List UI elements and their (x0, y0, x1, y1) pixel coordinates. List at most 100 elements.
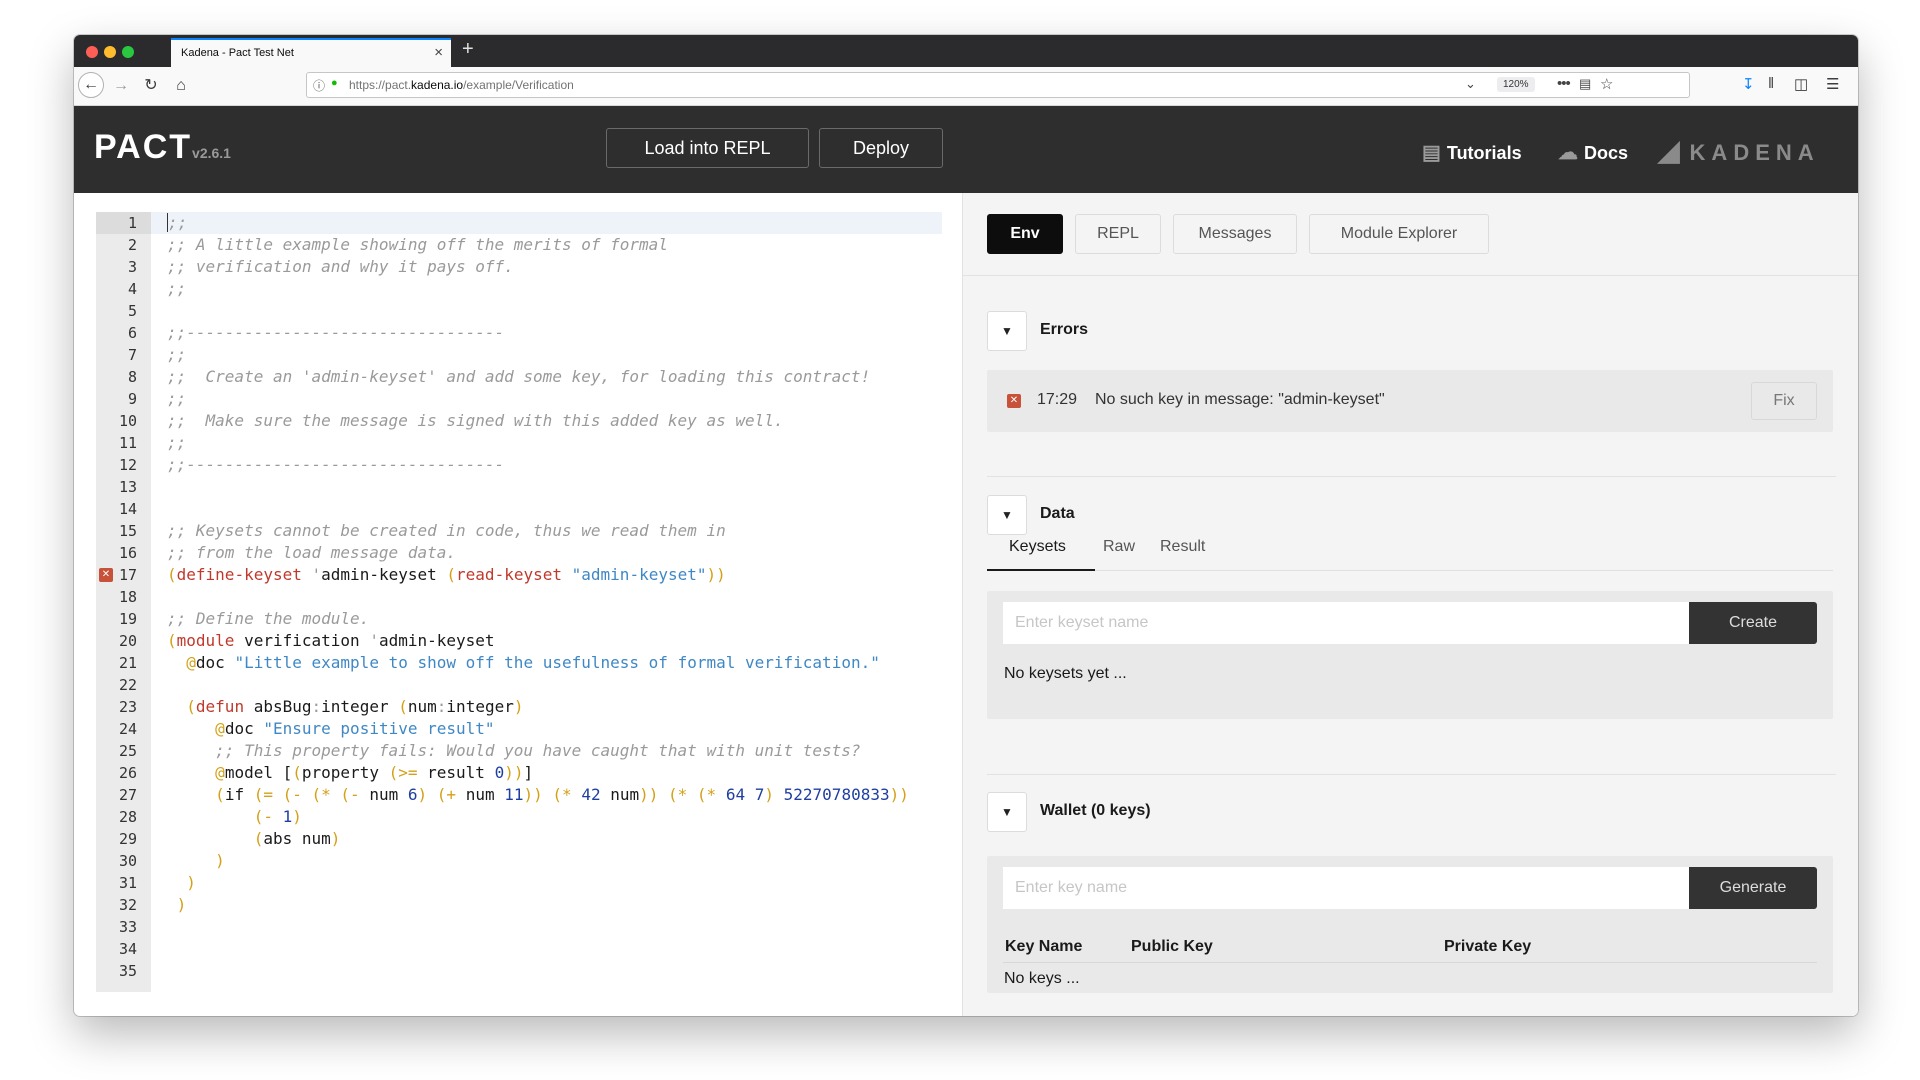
tutorials-link[interactable]: ▤ Tutorials (1422, 140, 1522, 165)
keysets-box: Create No keysets yet ... (987, 591, 1833, 719)
star-icon[interactable]: ☆ (1600, 75, 1613, 93)
code-line-2[interactable]: ;; A little example showing off the meri… (151, 234, 942, 256)
code-line-31[interactable]: ) (151, 872, 942, 894)
tab-messages[interactable]: Messages (1173, 214, 1297, 254)
close-tab-icon[interactable]: × (434, 44, 443, 61)
pact-logo: PACTv2.6.1 (94, 128, 231, 166)
code-line-4[interactable]: ;; (151, 278, 942, 300)
line-number: 4 (127, 280, 137, 298)
generate-button[interactable]: Generate (1689, 867, 1817, 909)
code-line-32[interactable]: ) (151, 894, 942, 916)
code-line-24[interactable]: @doc "Ensure positive result" (151, 718, 942, 740)
code-line-25[interactable]: ;; This property fails: Would you have c… (151, 740, 942, 762)
maximize-window-button[interactable] (122, 46, 134, 58)
more-icon[interactable]: ••• (1557, 75, 1571, 92)
keysets-empty-text: No keysets yet ... (1004, 665, 1127, 682)
line-number: 8 (127, 368, 137, 386)
code-line-30[interactable]: ) (151, 850, 942, 872)
code-line-11[interactable]: ;; (151, 432, 942, 454)
reload-icon[interactable]: ↻ (138, 73, 164, 99)
error-row: ✕ 17:29 No such key in message: "admin-k… (987, 370, 1833, 432)
code-line-10[interactable]: ;; Make sure the message is signed with … (151, 410, 942, 432)
code-line-9[interactable]: ;; (151, 388, 942, 410)
forward-arrow-icon[interactable]: → (108, 73, 134, 99)
download-icon[interactable]: ↧ (1742, 75, 1755, 93)
load-into-repl-button[interactable]: Load into REPL (606, 128, 809, 168)
close-window-button[interactable] (86, 46, 98, 58)
code-line-21[interactable]: @doc "Little example to show off the use… (151, 652, 942, 674)
code-line-17[interactable]: (define-keyset 'admin-keyset (read-keyse… (151, 564, 942, 586)
zoom-badge[interactable]: 120% (1497, 77, 1535, 92)
code-line-3[interactable]: ;; verification and why it pays off. (151, 256, 942, 278)
tab-module-explorer[interactable]: Module Explorer (1309, 214, 1489, 254)
errors-divider (987, 476, 1836, 477)
code-line-12[interactable]: ;;--------------------------------- (151, 454, 942, 476)
tab-repl[interactable]: REPL (1075, 214, 1161, 254)
code-line-8[interactable]: ;; Create an 'admin-keyset' and add some… (151, 366, 942, 388)
line-number: 34 (118, 940, 137, 958)
line-number: 12 (118, 456, 137, 474)
deploy-button[interactable]: Deploy (819, 128, 943, 168)
info-icon[interactable]: ⓘ (313, 77, 325, 94)
code-line-6[interactable]: ;;--------------------------------- (151, 322, 942, 344)
fix-button[interactable]: Fix (1751, 382, 1817, 420)
error-marker-icon[interactable]: ✕ (99, 568, 113, 582)
lock-icon[interactable]: ● (331, 77, 338, 89)
code-line-28[interactable]: (- 1) (151, 806, 942, 828)
errors-toggle[interactable]: ▼ (987, 311, 1027, 351)
wallet-toggle[interactable]: ▼ (987, 792, 1027, 832)
line-number: 7 (127, 346, 137, 364)
line-number: 23 (118, 698, 137, 716)
errors-title: Errors (1040, 321, 1089, 338)
browser-tab[interactable]: Kadena - Pact Test Net × (171, 38, 451, 67)
code-line-26[interactable]: @model [(property (>= result 0))] (151, 762, 942, 784)
tab-env[interactable]: Env (987, 214, 1063, 254)
line-number: 17 ✕ (96, 564, 137, 586)
docs-link[interactable]: ☁ Docs (1558, 140, 1628, 165)
minimize-window-button[interactable] (104, 46, 116, 58)
code-area[interactable]: ;; ;; A little example showing off the m… (151, 212, 942, 992)
back-arrow-icon[interactable]: ← (78, 72, 104, 98)
keys-empty-text: No keys ... (1004, 970, 1080, 987)
library-icon[interactable]: ‖ (1768, 75, 1774, 92)
kadena-logo: ◢ KADENA (1658, 135, 1820, 166)
url-text[interactable]: https://pact.kadena.io/example/Verificat… (349, 78, 574, 92)
code-line-1[interactable]: ;; (151, 212, 942, 234)
code-line-23[interactable]: (defun absBug:integer (num:integer) (151, 696, 942, 718)
key-name-input[interactable] (1003, 867, 1689, 909)
data-toggle[interactable]: ▼ (987, 495, 1027, 535)
new-tab-button[interactable]: + (462, 38, 474, 61)
tabs-divider (963, 275, 1858, 276)
line-number: 18 (118, 588, 137, 606)
create-button[interactable]: Create (1689, 602, 1817, 644)
code-line-27[interactable]: (if (= (- (* (- num 6) (+ num 11)) (* 42… (151, 784, 942, 806)
code-line-16[interactable]: ;; from the load message data. (151, 542, 942, 564)
sidebar-icon[interactable]: ◫ (1794, 75, 1808, 93)
browser-tab-title: Kadena - Pact Test Net (181, 47, 294, 59)
browser-tabbar: Kadena - Pact Test Net × + (74, 35, 1858, 67)
line-number: 31 (118, 874, 137, 892)
browser-window: Kadena - Pact Test Net × + ← → ↻ ⌂ ⓘ ● h… (74, 35, 1858, 1016)
wallet-title: Wallet (0 keys) (1040, 802, 1151, 819)
line-number: 32 (118, 896, 137, 914)
error-message: No such key in message: "admin-keyset" (1095, 391, 1385, 408)
code-line-7[interactable]: ;; (151, 344, 942, 366)
url-bar[interactable]: ⓘ ● https://pact.kadena.io/example/Verif… (306, 72, 1690, 98)
code-line-15[interactable]: ;; Keysets cannot be created in code, th… (151, 520, 942, 542)
menu-icon[interactable]: ☰ (1826, 75, 1839, 93)
line-number-gutter: 1 2 3 4 5 6 7 8 9 10 11 12 13 14 15 16 17 ✕ 18 19 20 21 22 23 24… (96, 212, 151, 992)
code-line-29[interactable]: (abs num) (151, 828, 942, 850)
subtab-raw[interactable]: Raw (1103, 538, 1135, 556)
chevron-down-icon[interactable]: ⌄ (1465, 76, 1476, 92)
reader-view-icon[interactable]: ▤ (1579, 76, 1591, 92)
subtab-keysets[interactable]: Keysets (1009, 538, 1066, 556)
code-line-20[interactable]: (module verification 'admin-keyset (151, 630, 942, 652)
line-number: 33 (118, 918, 137, 936)
home-icon[interactable]: ⌂ (168, 73, 194, 99)
code-line-19[interactable]: ;; Define the module. (151, 608, 942, 630)
subtab-result[interactable]: Result (1160, 538, 1205, 556)
table-header-divider (1003, 962, 1817, 963)
code-editor[interactable]: 1 2 3 4 5 6 7 8 9 10 11 12 13 14 15 16 17 ✕ 18 19 20 21 22 23 24… (96, 212, 942, 992)
line-number: 11 (118, 434, 137, 452)
keyset-name-input[interactable] (1003, 602, 1689, 644)
